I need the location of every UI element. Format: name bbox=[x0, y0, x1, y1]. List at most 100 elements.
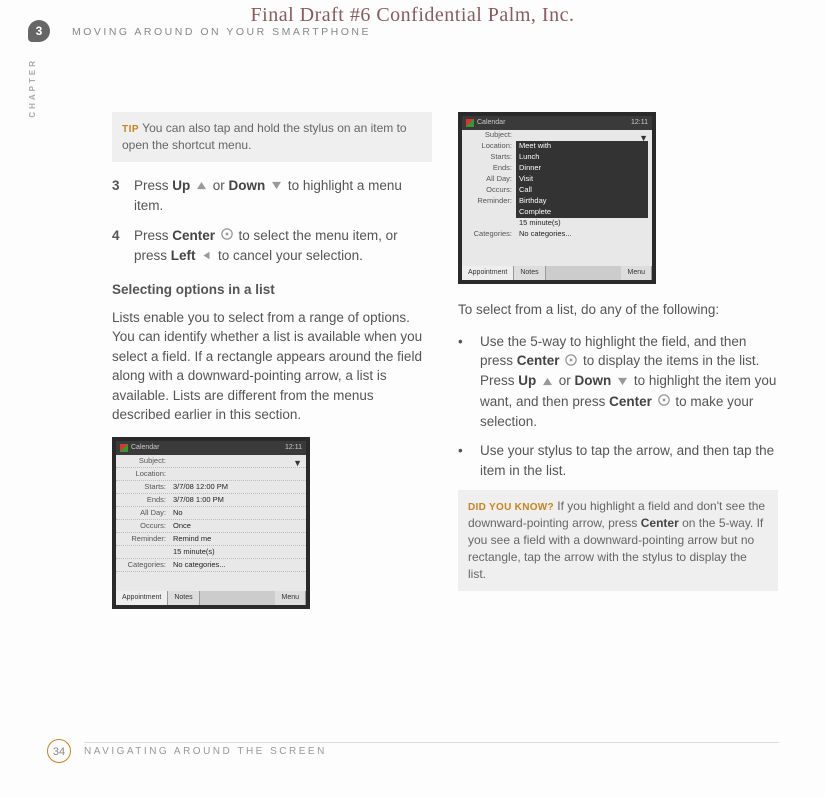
screenshot-titlebar: Calendar 12:11 bbox=[116, 441, 306, 455]
tab-notes: Notes bbox=[168, 591, 199, 605]
screenshot-row: Location:Meet with bbox=[462, 141, 652, 152]
lists-paragraph: Lists enable you to select from a range … bbox=[112, 308, 432, 425]
screenshot-value: 3/7/08 1:00 PM bbox=[170, 495, 306, 506]
screenshot-row: Reminder:Birthday bbox=[462, 196, 652, 207]
center-button-icon bbox=[565, 352, 577, 372]
screenshot-label: Ends: bbox=[116, 495, 170, 506]
screenshot-row: Subject: bbox=[116, 455, 306, 468]
screenshot-value: 15 minute(s) bbox=[516, 218, 648, 229]
screenshot-row: All Day:No bbox=[116, 507, 306, 520]
bullets-list: •Use the 5-way to highlight the field, a… bbox=[458, 332, 778, 481]
step-number: 3 bbox=[112, 176, 134, 216]
screenshot-row: 15 minute(s) bbox=[116, 546, 306, 559]
tab-notes: Notes bbox=[514, 266, 545, 280]
screenshot-row: Occurs:Call bbox=[462, 185, 652, 196]
screenshot-2: Calendar 12:11 ▼ Subject:Location:Meet w… bbox=[458, 112, 656, 284]
screenshot-row: Starts:Lunch bbox=[462, 152, 652, 163]
screenshot-row: Occurs:Once bbox=[116, 520, 306, 533]
screenshot-value: 15 minute(s) bbox=[170, 547, 306, 558]
step-text: Press Center to select the menu item, or… bbox=[134, 226, 432, 266]
screenshot-row: Subject: bbox=[462, 130, 652, 141]
screenshot-tabs: Appointment Notes Menu bbox=[116, 591, 306, 605]
screenshot-value: Dinner bbox=[516, 163, 648, 174]
dyk-label: DID YOU KNOW? bbox=[468, 502, 554, 513]
screenshot-value: Birthday bbox=[516, 196, 648, 207]
footer-title: NAVIGATING AROUND THE SCREEN bbox=[84, 746, 327, 757]
tip-text: You can also tap and hold the stylus on … bbox=[122, 121, 407, 152]
chapter-title: MOVING AROUND ON YOUR SMARTPHONE bbox=[72, 26, 371, 38]
step-number: 4 bbox=[112, 226, 134, 266]
screenshot-value: 3/7/08 12:00 PM bbox=[170, 482, 306, 493]
subheading: Selecting options in a list bbox=[112, 280, 432, 300]
footer-rule bbox=[84, 742, 779, 743]
did-you-know-box: DID YOU KNOW? If you highlight a field a… bbox=[458, 490, 778, 590]
screenshot-row: Starts:3/7/08 12:00 PM bbox=[116, 481, 306, 494]
screenshot-label: Starts: bbox=[462, 152, 516, 163]
bullet-item: •Use the 5-way to highlight the field, a… bbox=[458, 332, 778, 432]
steps-list: 3Press Up or Down to highlight a menu it… bbox=[112, 176, 432, 266]
left-column: TIP You can also tap and hold the stylus… bbox=[112, 112, 432, 609]
screenshot-label: Categories: bbox=[462, 229, 516, 240]
screenshot-label: All Day: bbox=[462, 174, 516, 185]
up-arrow-icon bbox=[196, 176, 207, 196]
down-arrow-icon bbox=[271, 176, 282, 196]
col2-intro: To select from a list, do any of the fol… bbox=[458, 300, 778, 320]
down-arrow-icon bbox=[617, 372, 628, 392]
screenshot-label: Reminder: bbox=[462, 196, 516, 207]
screenshot-value: No categories... bbox=[170, 560, 306, 571]
screenshot-label: Categories: bbox=[116, 560, 170, 571]
screenshot-label: Occurs: bbox=[116, 521, 170, 532]
tip-box: TIP You can also tap and hold the stylus… bbox=[112, 112, 432, 162]
screenshot-label: Subject: bbox=[116, 456, 170, 467]
screenshot-row: All Day:Visit bbox=[462, 174, 652, 185]
screenshot-label: Starts: bbox=[116, 482, 170, 493]
screenshot-value: Call bbox=[516, 185, 648, 196]
step: 3Press Up or Down to highlight a menu it… bbox=[112, 176, 432, 216]
watermark-text: Final Draft #6 Confidential Palm, Inc. bbox=[0, 4, 825, 27]
right-column: Calendar 12:11 ▼ Subject:Location:Meet w… bbox=[458, 112, 778, 609]
tab-appointment: Appointment bbox=[116, 591, 168, 605]
bullet-text: Use the 5-way to highlight the field, an… bbox=[480, 332, 778, 432]
screenshot-row: 15 minute(s) bbox=[462, 218, 652, 229]
screenshot-time: 12:11 bbox=[631, 118, 648, 128]
screenshot-value: No categories... bbox=[516, 229, 648, 240]
screenshot-label: Ends: bbox=[462, 163, 516, 174]
screenshot-label: Location: bbox=[116, 469, 170, 480]
screenshot-value: No bbox=[170, 508, 306, 519]
screenshot-label: Reminder: bbox=[116, 534, 170, 545]
step-text: Press Up or Down to highlight a menu ite… bbox=[134, 176, 432, 216]
center-button-icon bbox=[658, 392, 670, 412]
bullet-marker: • bbox=[458, 332, 480, 432]
screenshot-row: Location: bbox=[116, 468, 306, 481]
bullet-text: Use your stylus to tap the arrow, and th… bbox=[480, 441, 778, 480]
screenshot-title: Calendar bbox=[477, 118, 505, 128]
tab-menu: Menu bbox=[621, 266, 652, 280]
dropdown-arrow-icon: ▼ bbox=[293, 457, 302, 470]
dropdown-arrow-icon: ▼ bbox=[639, 132, 648, 145]
start-flag-icon bbox=[120, 444, 128, 452]
bullet-marker: • bbox=[458, 441, 480, 480]
screenshot-tabs: Appointment Notes Menu bbox=[462, 266, 652, 280]
screenshot-label: Location: bbox=[462, 141, 516, 152]
screenshot-label: All Day: bbox=[116, 508, 170, 519]
screenshot-label: Occurs: bbox=[462, 185, 516, 196]
screenshot-value: Complete bbox=[516, 207, 648, 218]
screenshot-value: Lunch bbox=[516, 152, 648, 163]
tab-menu: Menu bbox=[275, 591, 306, 605]
step: 4Press Center to select the menu item, o… bbox=[112, 226, 432, 266]
screenshot-row: Complete bbox=[462, 207, 652, 218]
screenshot-row: Ends:Dinner bbox=[462, 163, 652, 174]
screenshot-value: Once bbox=[170, 521, 306, 532]
chapter-number-badge: 3 bbox=[28, 20, 50, 42]
screenshot-value: Visit bbox=[516, 174, 648, 185]
screenshot-label: Subject: bbox=[462, 130, 516, 141]
screenshot-1: Calendar 12:11 ▼ Subject:Location:Starts… bbox=[112, 437, 310, 609]
screenshot-value: Meet with bbox=[516, 141, 648, 152]
screenshot-row: Categories:No categories... bbox=[116, 559, 306, 572]
screenshot-row: Ends:3/7/08 1:00 PM bbox=[116, 494, 306, 507]
screenshot-row: Reminder:Remind me bbox=[116, 533, 306, 546]
up-arrow-icon bbox=[542, 372, 553, 392]
tip-label: TIP bbox=[122, 124, 139, 135]
bullet-item: •Use your stylus to tap the arrow, and t… bbox=[458, 441, 778, 480]
center-button-icon bbox=[221, 226, 233, 246]
